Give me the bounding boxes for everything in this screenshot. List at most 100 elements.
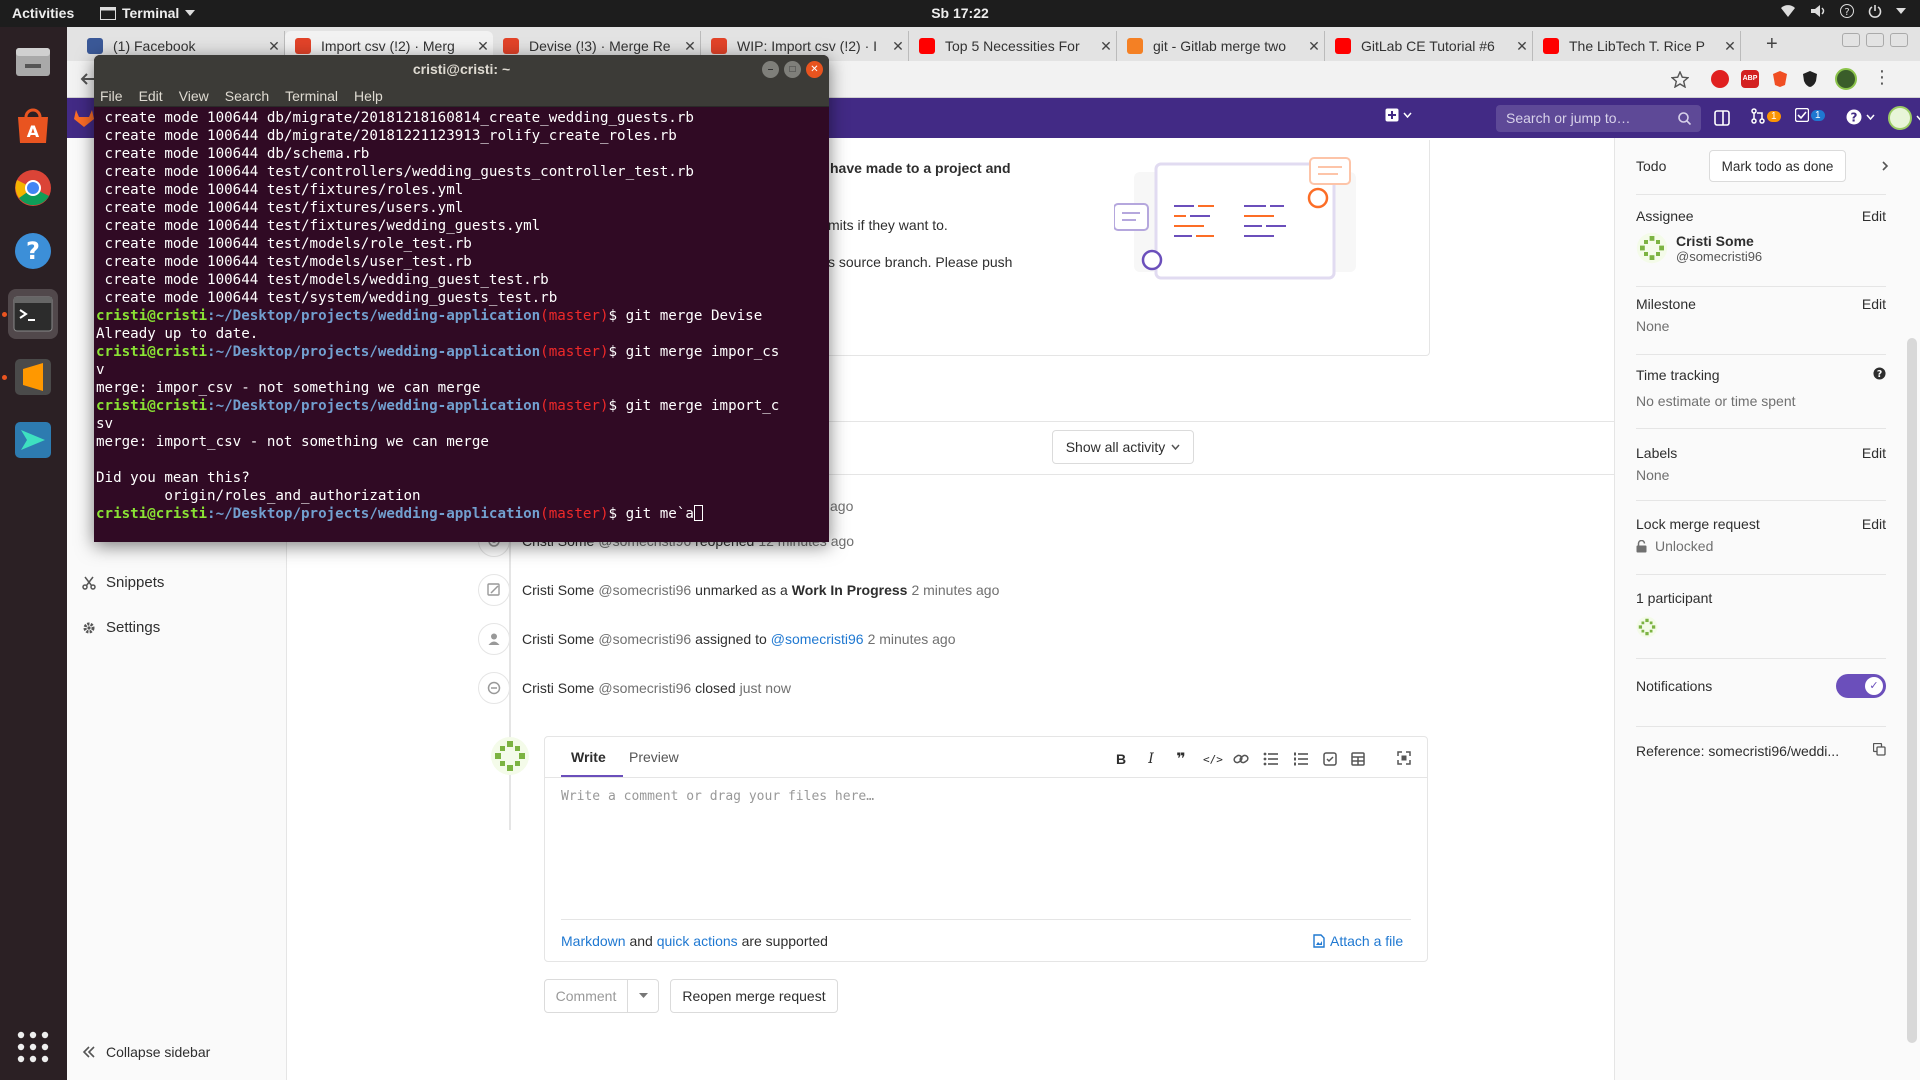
menu-help[interactable]: Help — [354, 88, 383, 104]
tab-youtube-3[interactable]: The LibTech T. Rice P ✕ — [1533, 31, 1741, 61]
profile-avatar[interactable] — [1835, 68, 1857, 90]
terminal-window[interactable]: cristi@cristi: ~ – □ ✕ File Edit View Se… — [94, 55, 829, 542]
close-icon[interactable]: ✕ — [888, 38, 908, 55]
terminal-output[interactable]: create mode 100644 db/migrate/2018121816… — [94, 107, 829, 523]
tab-stackoverflow[interactable]: git - Gitlab merge two ✕ — [1117, 31, 1325, 61]
event-handle[interactable]: @somecristi96 — [598, 680, 691, 696]
help-dropdown[interactable]: ? — [1846, 109, 1875, 125]
wifi-icon[interactable] — [1780, 4, 1796, 18]
tab-write[interactable]: Write — [571, 749, 606, 765]
close-icon[interactable]: ✕ — [1720, 38, 1740, 55]
gitlab-logo-icon[interactable] — [73, 108, 95, 128]
comment-type-dropdown[interactable] — [627, 979, 659, 1013]
dock-app-software[interactable]: A — [8, 100, 58, 150]
clock[interactable]: Sb 17:22 — [0, 5, 1920, 21]
event-author[interactable]: Cristi Some — [522, 582, 594, 598]
opera-extension-icon[interactable] — [1711, 70, 1729, 88]
bold-icon[interactable]: B — [1113, 751, 1129, 767]
event-author[interactable]: Cristi Some — [522, 631, 594, 647]
mark-todo-done-button[interactable]: Mark todo as done — [1709, 150, 1846, 182]
user-menu[interactable] — [1888, 106, 1920, 130]
maximize-button[interactable] — [1866, 33, 1884, 47]
tab-youtube-2[interactable]: GitLab CE Tutorial #6 ✕ — [1325, 31, 1533, 61]
menu-edit[interactable]: Edit — [139, 88, 163, 104]
maximize-button[interactable]: □ — [784, 61, 801, 78]
scrollbar-thumb[interactable] — [1907, 338, 1917, 1043]
comment-button[interactable]: Comment — [544, 979, 628, 1013]
new-tab-button[interactable]: + — [1766, 33, 1778, 56]
volume-icon[interactable] — [1810, 4, 1826, 18]
sidebar-item-snippets[interactable]: Snippets — [82, 574, 164, 591]
sidebar-toggle-icon[interactable] — [1714, 110, 1730, 126]
attach-file-button[interactable]: Attach a file — [1313, 933, 1403, 949]
code-icon[interactable]: </> — [1203, 753, 1223, 766]
event-handle[interactable]: @somecristi96 — [598, 631, 691, 647]
close-icon[interactable]: ✕ — [264, 38, 284, 55]
show-applications-button[interactable] — [8, 1022, 58, 1072]
minimize-button[interactable] — [1842, 33, 1860, 47]
avatar[interactable] — [1636, 616, 1658, 638]
assignee-link[interactable]: @somecristi96 — [771, 631, 864, 647]
close-icon[interactable]: ✕ — [473, 38, 493, 55]
dock-app-sublime[interactable] — [8, 352, 58, 402]
edit-lock-link[interactable]: Edit — [1862, 516, 1886, 532]
menu-search[interactable]: Search — [225, 88, 269, 104]
notifications-toggle[interactable]: ✓ — [1836, 674, 1886, 698]
quote-icon[interactable]: ❞ — [1173, 749, 1189, 769]
menu-terminal[interactable]: Terminal — [285, 88, 338, 104]
privacy-extension-icon[interactable] — [1801, 70, 1819, 88]
adblock-extension-icon[interactable]: ABP — [1741, 70, 1759, 88]
event-author[interactable]: Cristi Some — [522, 680, 594, 696]
bookmark-star-icon[interactable] — [1671, 71, 1689, 88]
todos-link[interactable]: 1 — [1795, 108, 1825, 122]
back-arrow-icon[interactable] — [79, 71, 95, 87]
menu-view[interactable]: View — [179, 88, 209, 104]
activity-filter-dropdown[interactable]: Show all activity — [1052, 430, 1194, 464]
italic-icon[interactable]: I — [1143, 751, 1159, 767]
fullscreen-icon[interactable] — [1397, 751, 1411, 765]
menu-file[interactable]: File — [100, 88, 123, 104]
dock-app-help[interactable]: ? — [8, 226, 58, 276]
close-icon[interactable]: ✕ — [1512, 38, 1532, 55]
link-icon[interactable] — [1233, 752, 1249, 766]
minimize-button[interactable]: – — [762, 61, 779, 78]
terminal-titlebar[interactable]: cristi@cristi: ~ – □ ✕ — [94, 55, 829, 85]
reopen-merge-request-button[interactable]: Reopen merge request — [670, 979, 838, 1013]
avatar[interactable] — [1636, 232, 1668, 264]
edit-labels-link[interactable]: Edit — [1862, 445, 1886, 461]
brave-extension-icon[interactable] — [1771, 70, 1789, 88]
numbered-list-icon[interactable] — [1293, 752, 1309, 766]
search-input[interactable]: Search or jump to… — [1496, 105, 1701, 132]
dock-app-remmina[interactable] — [8, 415, 58, 465]
copy-icon[interactable] — [1873, 743, 1886, 756]
event-handle[interactable]: @somecristi96 — [598, 582, 691, 598]
close-button[interactable]: ✕ — [806, 61, 823, 78]
bullet-list-icon[interactable] — [1263, 752, 1279, 766]
table-icon[interactable] — [1351, 752, 1365, 766]
new-dropdown[interactable] — [1385, 108, 1412, 122]
markdown-link[interactable]: Markdown — [561, 933, 626, 949]
tab-preview[interactable]: Preview — [629, 749, 679, 765]
edit-assignee-link[interactable]: Edit — [1862, 208, 1886, 224]
close-icon[interactable]: ✕ — [1096, 38, 1116, 55]
quick-actions-link[interactable]: quick actions — [657, 933, 738, 949]
edit-milestone-link[interactable]: Edit — [1862, 296, 1886, 312]
assignee-name[interactable]: Cristi Some — [1676, 233, 1762, 249]
system-tray[interactable]: ? — [1780, 4, 1906, 18]
question-circle-icon[interactable]: ? — [1873, 367, 1886, 380]
merge-requests-link[interactable]: 1 — [1751, 108, 1781, 124]
dock-app-terminal[interactable] — [8, 289, 58, 339]
close-icon[interactable]: ✕ — [1304, 38, 1324, 55]
sidebar-item-settings[interactable]: Settings — [82, 619, 160, 636]
checkbox-icon[interactable] — [1323, 752, 1337, 766]
tab-youtube-1[interactable]: Top 5 Necessities For ✕ — [909, 31, 1117, 61]
close-window-button[interactable] — [1890, 33, 1908, 47]
dock-app-files[interactable] — [8, 37, 58, 87]
comment-textarea[interactable]: Write a comment or drag your files here… — [561, 789, 874, 804]
power-icon[interactable] — [1868, 4, 1882, 18]
collapse-sidebar-button[interactable]: Collapse sidebar — [82, 1044, 210, 1060]
double-chevron-right-icon[interactable] — [1881, 161, 1891, 171]
chrome-menu-icon[interactable]: ⋮ — [1873, 67, 1891, 88]
help-icon[interactable]: ? — [1840, 4, 1854, 18]
dock-app-chrome[interactable] — [8, 163, 58, 213]
